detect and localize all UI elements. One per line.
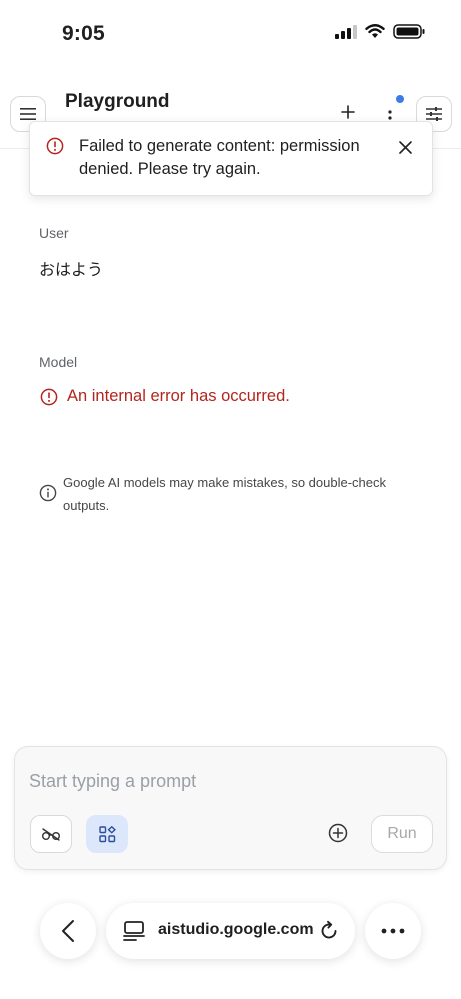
page-title: Playground xyxy=(65,91,170,112)
toast-close-button[interactable] xyxy=(394,136,416,158)
error-toast: Failed to generate content: permission d… xyxy=(29,121,433,196)
browser-more-button[interactable] xyxy=(365,903,421,959)
error-circle-icon xyxy=(46,137,64,155)
browser-back-button[interactable] xyxy=(40,903,96,959)
prompt-box: Run xyxy=(14,746,447,870)
tune-icon xyxy=(426,107,442,121)
disclaimer-text: Google AI models may make mistakes, so d… xyxy=(63,475,386,513)
tabs-icon xyxy=(123,921,145,941)
menu-icon xyxy=(20,108,36,120)
back-icon xyxy=(62,920,74,942)
model-role-label: Model xyxy=(39,354,78,370)
model-error-message: An internal error has occurred. xyxy=(67,387,290,405)
status-icons xyxy=(335,24,425,39)
plus-icon xyxy=(341,105,355,119)
more-vertical-icon xyxy=(388,110,392,120)
user-role-label: User xyxy=(39,225,69,241)
close-icon xyxy=(398,140,412,154)
address-bar[interactable]: aistudio.google.com xyxy=(106,903,355,959)
signal-icon xyxy=(335,24,357,39)
prompt-input[interactable] xyxy=(29,763,429,799)
apps-icon xyxy=(98,825,116,842)
wifi-icon xyxy=(365,24,385,38)
info-icon xyxy=(39,484,57,502)
hide-toggle-button[interactable] xyxy=(30,815,72,853)
user-message: おはよう xyxy=(39,260,104,279)
error-circle-icon xyxy=(40,388,58,406)
battery-icon xyxy=(393,24,425,39)
hide-icon xyxy=(42,828,60,841)
toast-message: Failed to generate content: permission d… xyxy=(79,137,360,178)
add-circle-icon xyxy=(328,823,348,843)
reload-icon[interactable] xyxy=(318,920,340,942)
notification-dot xyxy=(396,95,404,103)
status-time: 9:05 xyxy=(62,22,105,45)
apps-button[interactable] xyxy=(86,815,128,853)
more-horizontal-icon xyxy=(381,928,405,934)
run-button[interactable]: Run xyxy=(371,815,433,853)
add-media-button[interactable] xyxy=(327,822,349,844)
url-text: aistudio.google.com xyxy=(158,921,314,938)
